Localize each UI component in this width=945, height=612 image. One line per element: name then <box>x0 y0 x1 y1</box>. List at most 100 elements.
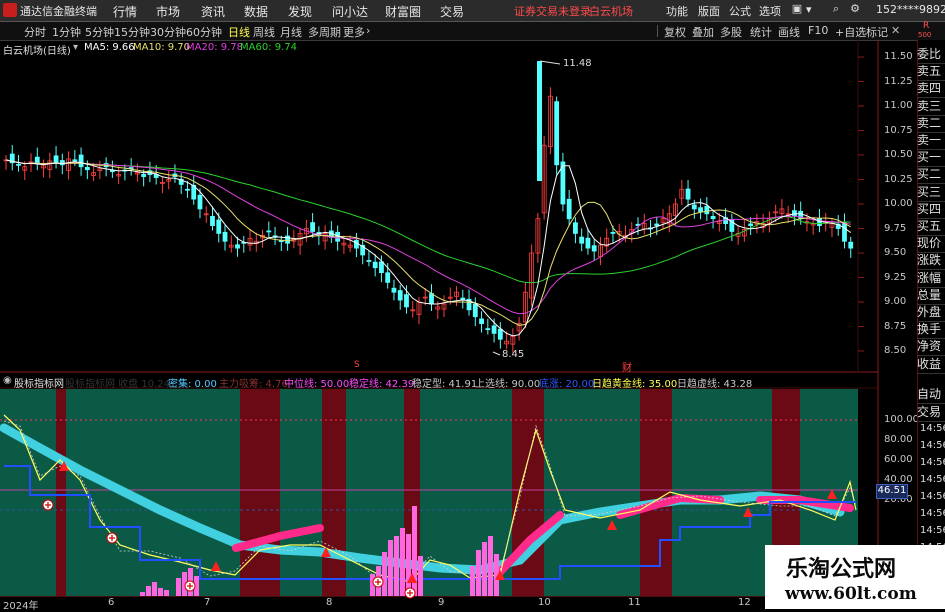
side-tab-12[interactable]: 涨跌 <box>917 251 945 271</box>
period-daily[interactable]: 日线 <box>228 24 250 40</box>
ma60-value: MA60: 9.74 <box>240 42 298 53</box>
price-tick-label: 10.75 <box>884 124 913 136</box>
candle-body <box>78 154 84 168</box>
settings-icon[interactable]: ⚙ <box>847 2 863 18</box>
period-fenshi[interactable]: 分时 <box>24 24 46 40</box>
side-tab-17[interactable]: 净资 <box>917 337 945 357</box>
login-notice[interactable]: 证券交易未登录 <box>514 3 591 19</box>
indicator-volume-bar <box>470 566 475 596</box>
candle-body <box>579 236 585 244</box>
period-weekly[interactable]: 周线 <box>253 24 275 40</box>
price-tick-label: 11.25 <box>884 75 913 87</box>
side-tab-6[interactable]: 买一 <box>917 148 945 168</box>
price-chart[interactable] <box>0 40 917 609</box>
indicator-volume-bar <box>394 536 399 596</box>
chevron-down-icon[interactable]: ▾ <box>806 3 812 16</box>
side-time: 14:56 <box>920 474 945 485</box>
btn-tongji[interactable]: 统计 <box>750 24 772 40</box>
period-5min[interactable]: 5分钟 <box>85 24 114 40</box>
stock-link[interactable]: 白云机场 <box>589 3 633 19</box>
price-tick-label: 9.25 <box>884 271 907 283</box>
side-tab-18[interactable]: 收益 <box>917 355 945 374</box>
user-account[interactable]: 152****9892 <box>876 3 945 16</box>
btn-huaxian[interactable]: 画线 <box>778 24 800 40</box>
chevron-right-icon[interactable]: › <box>366 24 370 37</box>
side-tab-bottom-0[interactable]: 自动 <box>917 385 945 404</box>
indicator-volume-bar <box>382 552 387 596</box>
menu-shuju[interactable]: 数据 <box>244 3 268 20</box>
menu-caifuquan[interactable]: 财富圈 <box>385 3 421 20</box>
indicator-name[interactable]: 股标指标网 <box>14 375 64 390</box>
side-tab-10[interactable]: 买五 <box>917 217 945 236</box>
side-tab-2[interactable]: 卖四 <box>917 79 945 99</box>
ma10-line <box>5 159 851 326</box>
btn-diejia[interactable]: 叠加 <box>692 24 714 40</box>
marker-s: S <box>354 360 360 370</box>
close-chart-icon[interactable]: ✕ <box>891 24 900 37</box>
price-tick-label: 8.50 <box>884 345 907 356</box>
side-tab-4[interactable]: 卖二 <box>917 114 945 133</box>
side-tab-13[interactable]: 涨幅 <box>917 269 945 288</box>
menu-jiaoyi[interactable]: 交易 <box>440 3 464 20</box>
btn-zixuan[interactable]: +自选 <box>835 24 866 40</box>
menu-hangqing[interactable]: 行情 <box>113 3 137 20</box>
menu-gongneng[interactable]: 功能 <box>666 3 688 19</box>
side-tab-0[interactable]: 委比 <box>917 45 945 64</box>
period-more[interactable]: 更多 <box>343 24 365 40</box>
date-label: 8 <box>326 597 333 608</box>
side-tab-1[interactable]: 卖五 <box>917 62 945 82</box>
btn-f10[interactable]: F10 <box>808 24 828 37</box>
date-label: 9 <box>438 597 445 608</box>
side-tab-9[interactable]: 买四 <box>917 200 945 219</box>
side-tab-15[interactable]: 外盘 <box>917 303 945 322</box>
menu-wenxiaoda[interactable]: 问小达 <box>332 3 368 20</box>
period-30min[interactable]: 30分钟 <box>150 24 186 40</box>
period-1min[interactable]: 1分钟 <box>52 24 81 40</box>
period-60min[interactable]: 60分钟 <box>186 24 222 40</box>
date-label: 10 <box>538 597 551 608</box>
chevron-down-icon[interactable]: ▾ <box>73 42 78 53</box>
menu-shichang[interactable]: 市场 <box>156 3 180 20</box>
candle-body <box>59 160 65 166</box>
side-tab-16[interactable]: 换手 <box>917 320 945 340</box>
candle-body <box>72 159 78 162</box>
side-tab-3[interactable]: 卖三 <box>917 97 945 116</box>
candle-body <box>792 210 797 217</box>
period-multi[interactable]: 多周期 <box>308 24 341 40</box>
btn-biaoji[interactable]: 标记 <box>866 24 888 40</box>
candle-body <box>848 241 854 249</box>
menu-xuanxiang[interactable]: 选项 <box>759 3 781 19</box>
watermark-title: 乐淘公式网 <box>786 557 897 582</box>
period-15min[interactable]: 15分钟 <box>114 24 150 40</box>
indicator-expand-icon[interactable]: ◉ <box>3 375 12 386</box>
user-icon[interactable]: ▣ <box>789 2 805 18</box>
side-tab-7[interactable]: 买二 <box>917 165 945 185</box>
indicator-volume-bar <box>140 592 145 596</box>
menu-banmian[interactable]: 版面 <box>698 3 720 19</box>
menu-gongshi[interactable]: 公式 <box>729 3 751 19</box>
candle-body <box>472 303 478 318</box>
candle-body <box>566 198 572 220</box>
high-marker <box>539 60 561 65</box>
candle-body <box>372 261 378 269</box>
candle-body <box>16 163 21 166</box>
btn-duogu[interactable]: 多股 <box>720 24 742 40</box>
side-time: 14:56 <box>920 423 945 434</box>
side-tab-14[interactable]: 总量 <box>917 286 945 305</box>
candle-body <box>310 222 316 232</box>
price-axis-ticks <box>858 56 864 352</box>
side-tab-5[interactable]: 卖一 <box>917 131 945 150</box>
side-tab-11[interactable]: 现价 <box>917 234 945 254</box>
r-badge[interactable]: R <box>923 21 929 31</box>
side-tab-8[interactable]: 买三 <box>917 183 945 202</box>
menu-faxian[interactable]: 发现 <box>288 3 312 20</box>
period-monthly[interactable]: 月线 <box>280 24 302 40</box>
candle-body <box>53 155 59 164</box>
menu-zixun[interactable]: 资讯 <box>201 3 225 20</box>
btn-fuquan[interactable]: 复权 <box>664 24 686 40</box>
ma20-value: MA20: 9.78 <box>186 42 244 53</box>
side-tab-bottom-1[interactable]: 交易 <box>917 403 945 422</box>
date-label: 6 <box>108 597 115 608</box>
divider <box>657 25 658 37</box>
search-icon[interactable]: ⌕ <box>828 2 844 18</box>
